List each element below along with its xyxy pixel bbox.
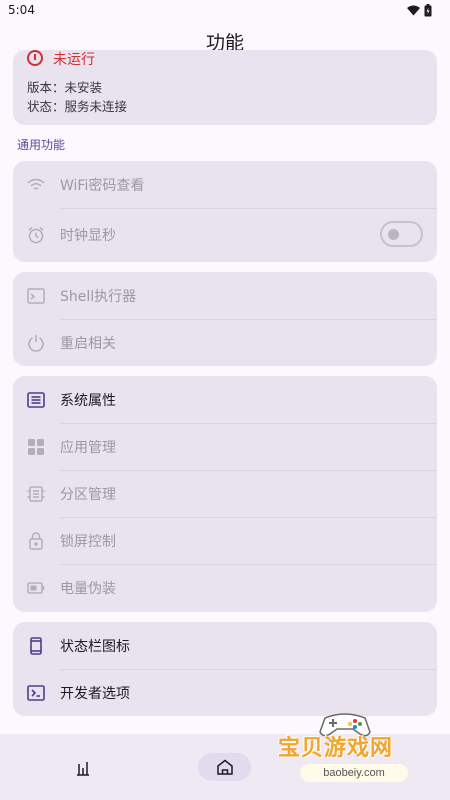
group-developer: 状态栏图标 开发者选项 [13, 622, 437, 716]
clock-seconds-toggle[interactable] [380, 221, 423, 247]
status-time: 5:04 [8, 3, 35, 17]
developer-options-label: 开发者选项 [60, 685, 130, 702]
battery-status-icon [424, 3, 432, 16]
partition-management-label: 分区管理 [60, 486, 116, 503]
app-management-label: 应用管理 [60, 439, 116, 456]
version-line: 版本：未安装 [27, 80, 103, 95]
code-icon [26, 683, 46, 703]
lockscreen-control-item[interactable]: 锁屏控制 [13, 517, 437, 564]
lock-icon [26, 531, 46, 551]
reboot-label: 重启相关 [60, 335, 116, 352]
phone-icon [26, 636, 46, 656]
home-nav-button[interactable] [198, 753, 251, 781]
statusbar-icons-item[interactable]: 状态栏图标 [13, 622, 437, 669]
clock-seconds-item[interactable]: 时钟显秒 [13, 211, 437, 258]
watermark-title: 宝贝游戏网 [278, 736, 394, 761]
lockscreen-control-label: 锁屏控制 [60, 533, 116, 550]
divider [60, 208, 437, 209]
chip-icon [26, 484, 46, 504]
system-properties-label: 系统属性 [60, 392, 116, 409]
group-wifi-clock: WiFi密码查看 时钟显秒 [13, 161, 437, 262]
wifi-password-label: WiFi密码查看 [60, 177, 145, 194]
alarm-icon [26, 225, 46, 245]
partition-management-item[interactable]: 分区管理 [13, 470, 437, 517]
list-icon [26, 390, 46, 410]
status-icons [407, 3, 432, 17]
group-shell-reboot: Shell执行器 重启相关 [13, 272, 437, 366]
service-line: 状态：服务未连接 [27, 99, 128, 114]
error-icon [27, 50, 43, 66]
battery-spoof-item[interactable]: 电量伪装 [13, 564, 437, 611]
group-system: 系统属性 应用管理 分区管理 锁屏控制 电量伪装 [13, 376, 437, 612]
shell-executor-item[interactable]: Shell执行器 [13, 272, 437, 319]
wifi-password-item[interactable]: WiFi密码查看 [13, 161, 437, 208]
terminal-icon [26, 286, 46, 306]
recents-icon[interactable] [70, 756, 96, 780]
wifi-icon [26, 175, 46, 195]
status-card[interactable]: 未运行 版本：未安装 状态：服务未连接 [13, 50, 437, 125]
service-state-text: 未运行 [53, 52, 95, 68]
system-properties-item[interactable]: 系统属性 [13, 376, 437, 423]
statusbar-icons-label: 状态栏图标 [60, 638, 130, 655]
power-icon [26, 333, 46, 353]
battery-icon [26, 578, 46, 598]
home-icon [216, 759, 233, 775]
clock-seconds-label: 时钟显秒 [60, 227, 116, 244]
watermark-subtitle: baobeiy.com [300, 764, 408, 782]
status-bar: 5:04 [0, 0, 450, 20]
reboot-item[interactable]: 重启相关 [13, 319, 437, 366]
apps-grid-icon [26, 437, 46, 457]
battery-spoof-label: 电量伪装 [60, 580, 116, 597]
app-management-item[interactable]: 应用管理 [13, 423, 437, 470]
watermark-logo: 宝贝游戏网 baobeiy.com [270, 706, 450, 800]
shell-executor-label: Shell执行器 [60, 288, 137, 305]
toggle-knob [388, 229, 399, 240]
wifi-signal-icon [407, 5, 420, 15]
section-general-title: 通用功能 [17, 138, 66, 152]
